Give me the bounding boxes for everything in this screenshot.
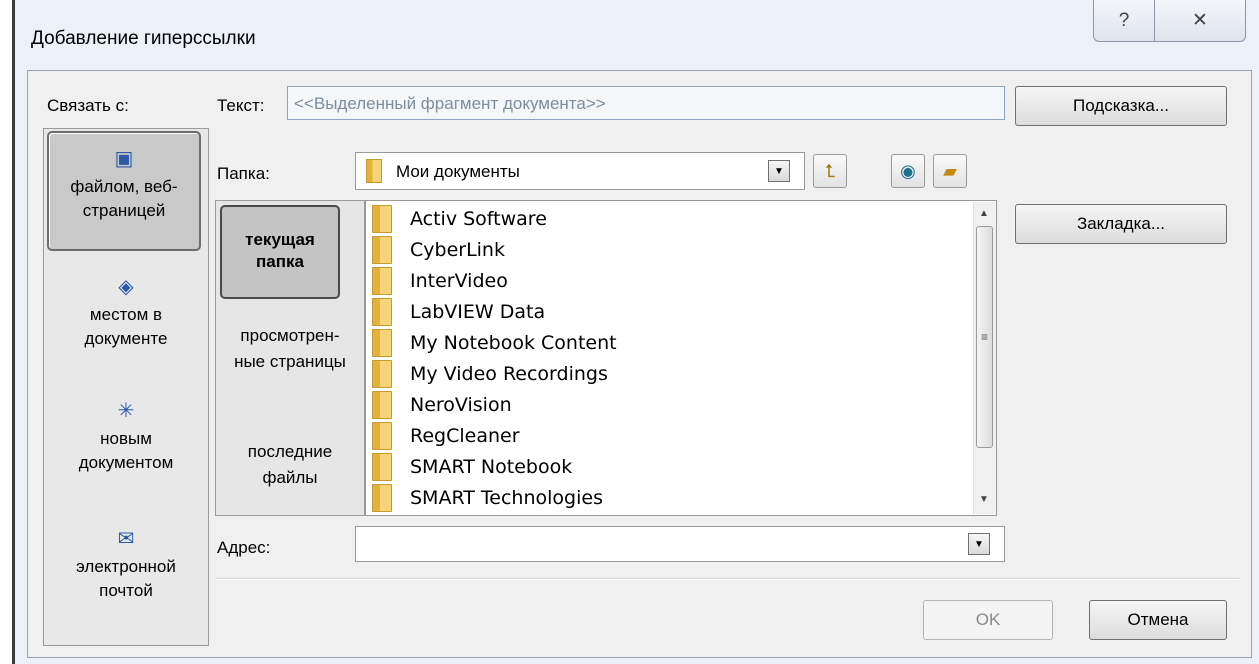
folder-icon xyxy=(372,236,392,264)
link-item-label: электронной почтой xyxy=(76,557,176,600)
place-browsed-pages[interactable]: просмотрен-ные страницы xyxy=(216,323,364,375)
help-icon: ? xyxy=(1118,9,1130,31)
list-item[interactable]: SMART Technologies xyxy=(372,482,603,514)
list-item[interactable]: SMART Notebook xyxy=(372,451,572,483)
list-item[interactable]: NeroVision xyxy=(372,389,512,421)
file-name: CyberLink xyxy=(410,239,505,261)
folder-label: Папка: xyxy=(217,164,270,183)
folder-icon xyxy=(372,205,392,233)
folder-icon xyxy=(372,422,392,450)
text-input-value: <<Выделенный фрагмент документа>> xyxy=(294,94,606,113)
text-input[interactable]: <<Выделенный фрагмент документа>> xyxy=(287,86,1005,120)
place-label: просмотрен-ные страницы xyxy=(234,326,346,371)
email-icon: ✉ xyxy=(117,528,135,550)
address-combobox[interactable]: ▼ xyxy=(355,526,1005,562)
link-item-label: местом в документе xyxy=(84,305,168,348)
list-item[interactable]: Activ Software xyxy=(372,203,547,235)
folder-icon xyxy=(372,267,392,295)
folder-icon xyxy=(372,298,392,326)
scroll-down-arrow[interactable]: ▼ xyxy=(979,494,989,505)
bookmark-button[interactable]: Закладка... xyxy=(1015,204,1227,244)
places-bar: текущая папка просмотрен-ные страницы по… xyxy=(215,200,365,516)
folder-dropdown-arrow[interactable]: ▼ xyxy=(768,160,790,182)
documents-folder-icon xyxy=(366,159,382,183)
list-item[interactable]: CyberLink xyxy=(372,234,505,266)
list-item[interactable]: My Notebook Content xyxy=(372,327,617,359)
link-to-email[interactable]: ✉ электронной почтой xyxy=(44,527,208,603)
address-label: Адрес: xyxy=(217,538,271,557)
up-folder-icon: ⮤ xyxy=(824,160,836,181)
link-item-label: новым документом xyxy=(78,429,174,472)
folder-combobox[interactable]: Мои документы ▼ xyxy=(355,152,805,190)
folder-icon xyxy=(372,484,392,512)
scroll-up-arrow[interactable]: ▲ xyxy=(979,208,989,219)
list-item[interactable]: RegCleaner xyxy=(372,420,520,452)
new-document-icon: ✳ xyxy=(117,400,135,422)
hyperlink-dialog: Добавление гиперссылки ? ✕ Связать с: ▣ … xyxy=(12,0,1259,664)
folder-icon xyxy=(372,329,392,357)
list-item[interactable]: InterVideo xyxy=(372,265,508,297)
file-list[interactable]: Activ Software CyberLink InterVideo LabV… xyxy=(365,200,997,516)
file-name: Activ Software xyxy=(410,208,547,230)
dialog-title: Добавление гиперссылки xyxy=(31,28,256,49)
file-name: My Video Recordings xyxy=(410,363,608,385)
file-name: My Notebook Content xyxy=(410,332,617,354)
place-label: текущая папка xyxy=(245,230,315,271)
folder-icon xyxy=(372,360,392,388)
cancel-button[interactable]: Отмена xyxy=(1089,600,1227,640)
folder-value: Мои документы xyxy=(396,162,520,181)
file-name: LabVIEW Data xyxy=(410,301,546,323)
link-item-label: файлом, веб-страницей xyxy=(70,177,178,220)
place-in-document-icon: ◈ xyxy=(118,276,134,298)
file-name: SMART Technologies xyxy=(410,487,603,509)
browse-web-icon: ◉ xyxy=(900,160,916,181)
title-bar: Добавление гиперссылки ? ✕ xyxy=(15,0,1259,70)
ok-button[interactable]: OK xyxy=(923,600,1053,640)
place-current-folder[interactable]: текущая папка xyxy=(220,205,340,299)
address-dropdown-arrow[interactable]: ▼ xyxy=(968,533,990,555)
browse-file-button[interactable]: ▰ xyxy=(933,154,967,188)
place-label: последние файлы xyxy=(247,442,333,487)
file-web-page-icon: ▣ xyxy=(114,148,134,170)
list-item[interactable]: LabVIEW Data xyxy=(372,296,545,328)
list-item[interactable]: My Video Recordings xyxy=(372,358,608,390)
scroll-thumb[interactable]: ≡ xyxy=(976,226,993,448)
text-label: Текст: xyxy=(217,96,265,115)
link-to-file-web-page[interactable]: ▣ файлом, веб-страницей xyxy=(47,131,201,251)
link-to-new-document[interactable]: ✳ новым документом xyxy=(44,399,208,475)
browse-web-button[interactable]: ◉ xyxy=(891,154,925,188)
file-name: SMART Notebook xyxy=(410,456,573,478)
file-list-scrollbar[interactable]: ▲ ≡ ▼ xyxy=(973,202,996,514)
up-one-folder-button[interactable]: ⮤ xyxy=(813,154,847,188)
help-button[interactable]: ? xyxy=(1093,0,1155,42)
link-to-bar: ▣ файлом, веб-страницей ◈ местом в докум… xyxy=(43,128,209,646)
close-icon: ✕ xyxy=(1192,10,1208,31)
link-to-place-in-document[interactable]: ◈ местом в документе xyxy=(44,275,208,351)
folder-icon xyxy=(372,391,392,419)
place-recent-files[interactable]: последние файлы xyxy=(216,439,364,491)
file-name: NeroVision xyxy=(410,394,512,416)
folder-icon xyxy=(372,453,392,481)
divider xyxy=(215,578,1239,580)
tooltip-button[interactable]: Подсказка... xyxy=(1015,86,1227,126)
file-name: InterVideo xyxy=(410,270,508,292)
file-name: RegCleaner xyxy=(410,425,520,447)
open-folder-icon: ▰ xyxy=(943,160,957,181)
close-button[interactable]: ✕ xyxy=(1154,0,1246,42)
link-to-label: Связать с: xyxy=(47,96,129,115)
